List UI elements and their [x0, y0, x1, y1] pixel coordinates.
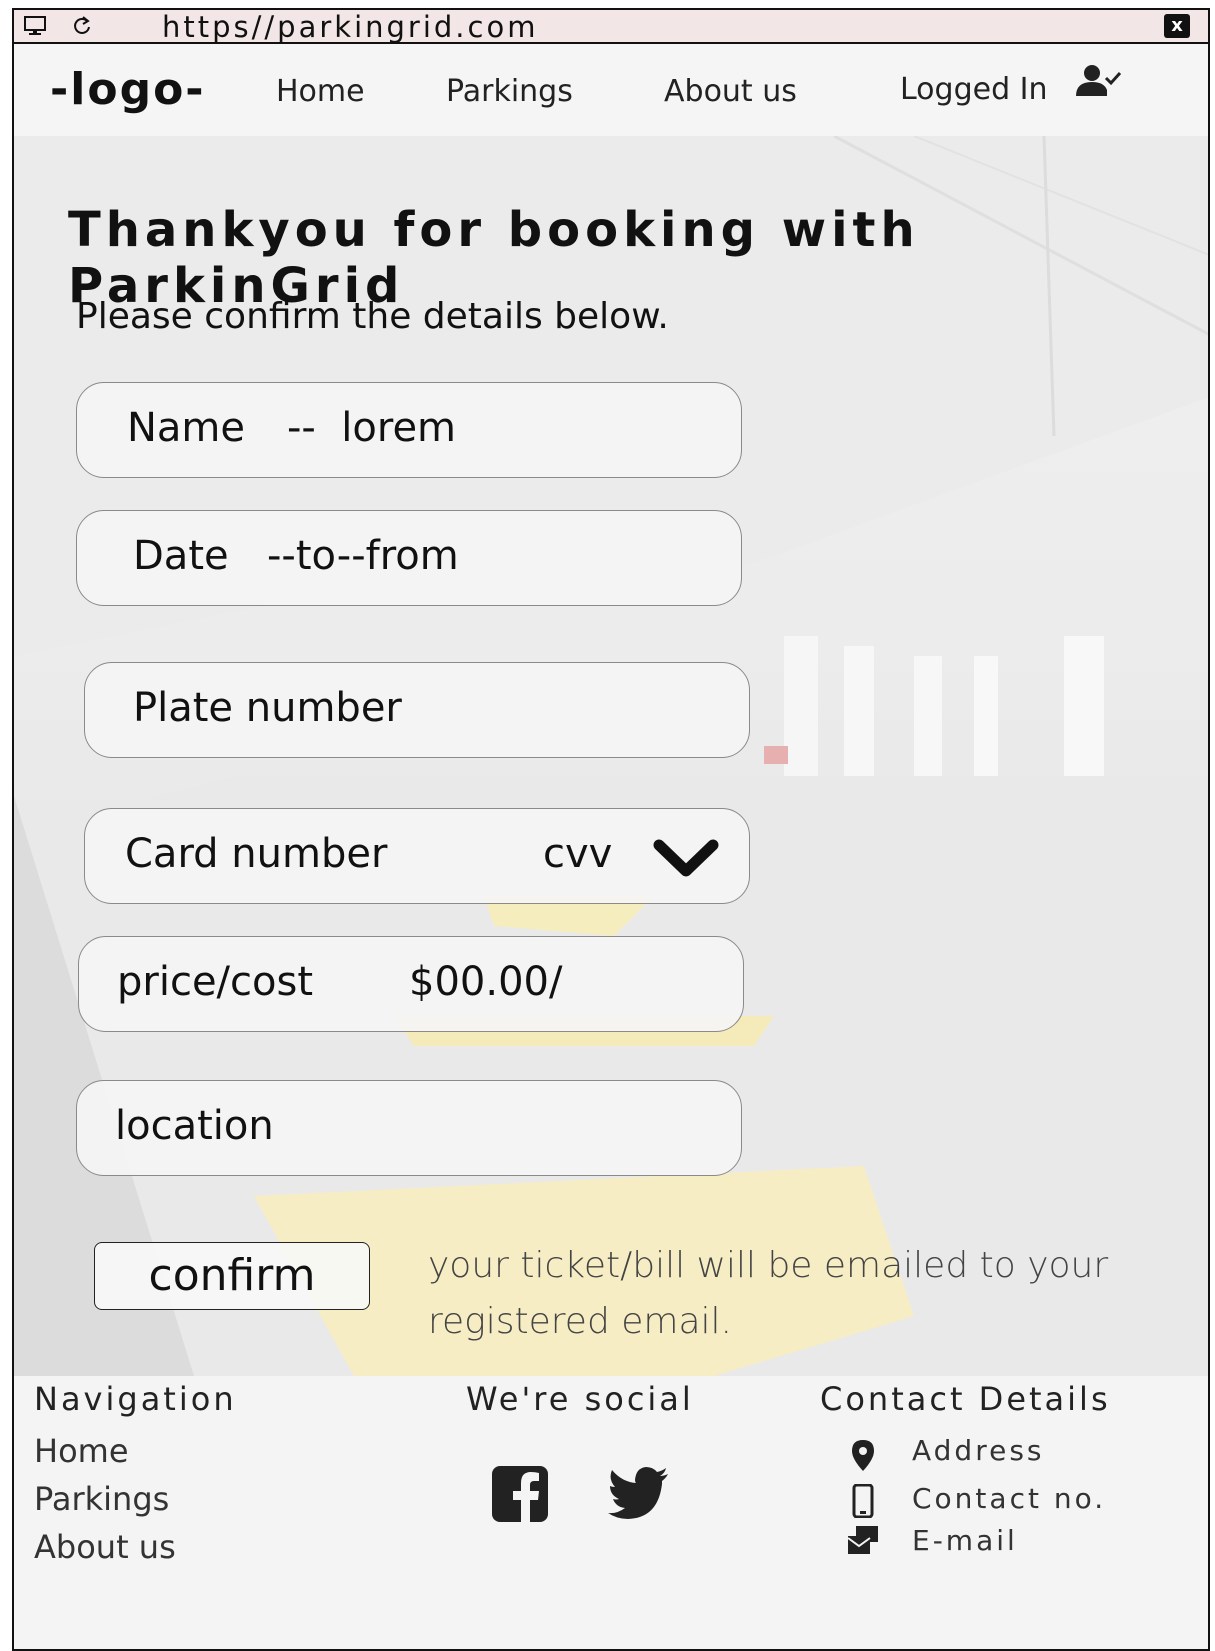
page-subtitle: Please confirm the details below.: [76, 296, 669, 337]
top-navigation: -logo- Home Parkings About us Logged In: [14, 44, 1208, 136]
facebook-icon[interactable]: [492, 1466, 548, 1522]
user-check-icon[interactable]: [1074, 62, 1122, 102]
twitter-icon[interactable]: [608, 1466, 670, 1522]
location-label: location: [115, 1103, 274, 1149]
nav-parkings-link[interactable]: Parkings: [446, 74, 573, 109]
location-field[interactable]: location: [76, 1080, 742, 1176]
footer-link-home[interactable]: Home: [34, 1432, 129, 1470]
nav-home-link[interactable]: Home: [276, 74, 365, 109]
plate-number-field[interactable]: Plate number: [84, 662, 750, 758]
map-pin-icon: [852, 1440, 874, 1471]
contact-address: Address: [912, 1434, 1045, 1467]
email-note: your ticket/bill will be emailed to your…: [428, 1245, 1109, 1342]
card-number-label: Card number: [125, 831, 388, 877]
price-value: $00.00/: [409, 959, 563, 1005]
monitor-icon: [24, 16, 46, 35]
name-value: -- lorem: [287, 405, 457, 451]
login-status[interactable]: Logged In: [900, 72, 1048, 107]
price-field[interactable]: price/cost $00.00/: [78, 936, 744, 1032]
price-label: price/cost: [117, 959, 314, 1005]
name-field[interactable]: Name -- lorem: [76, 382, 742, 478]
email-icon: [847, 1526, 878, 1554]
name-label: Name: [127, 405, 246, 451]
browser-window: https//parkingrid.com x -logo- Home Park…: [12, 8, 1210, 1651]
footer-link-parkings[interactable]: Parkings: [34, 1480, 169, 1518]
footer: Navigation Home Parkings About us We're …: [14, 1376, 1208, 1649]
card-number-field[interactable]: Card number cvv: [84, 808, 750, 904]
address-url[interactable]: https//parkingrid.com: [162, 10, 538, 44]
date-value: --to--from: [267, 533, 459, 579]
plate-number-label: Plate number: [133, 685, 402, 731]
cvv-label[interactable]: cvv: [543, 831, 612, 877]
logo[interactable]: -logo-: [50, 64, 206, 115]
close-icon[interactable]: x: [1164, 14, 1190, 38]
date-field[interactable]: Date --to--from: [76, 510, 742, 606]
date-label: Date: [133, 533, 229, 579]
footer-link-about[interactable]: About us: [34, 1528, 176, 1566]
browser-address-bar: https//parkingrid.com x: [14, 10, 1208, 44]
phone-icon: [852, 1484, 874, 1518]
contact-email: E-mail: [912, 1524, 1018, 1557]
nav-about-link[interactable]: About us: [664, 74, 797, 109]
booking-confirmation-section: Thankyou for booking with ParkinGrid Ple…: [14, 136, 1208, 1376]
footer-navigation-title: Navigation: [34, 1380, 237, 1418]
reload-icon[interactable]: [72, 15, 92, 37]
contact-phone: Contact no.: [912, 1482, 1107, 1515]
confirm-button[interactable]: confirm: [94, 1242, 370, 1310]
footer-social-title: We're social: [466, 1380, 694, 1418]
chevron-down-icon[interactable]: [653, 835, 719, 881]
footer-contact-title: Contact Details: [820, 1380, 1111, 1418]
